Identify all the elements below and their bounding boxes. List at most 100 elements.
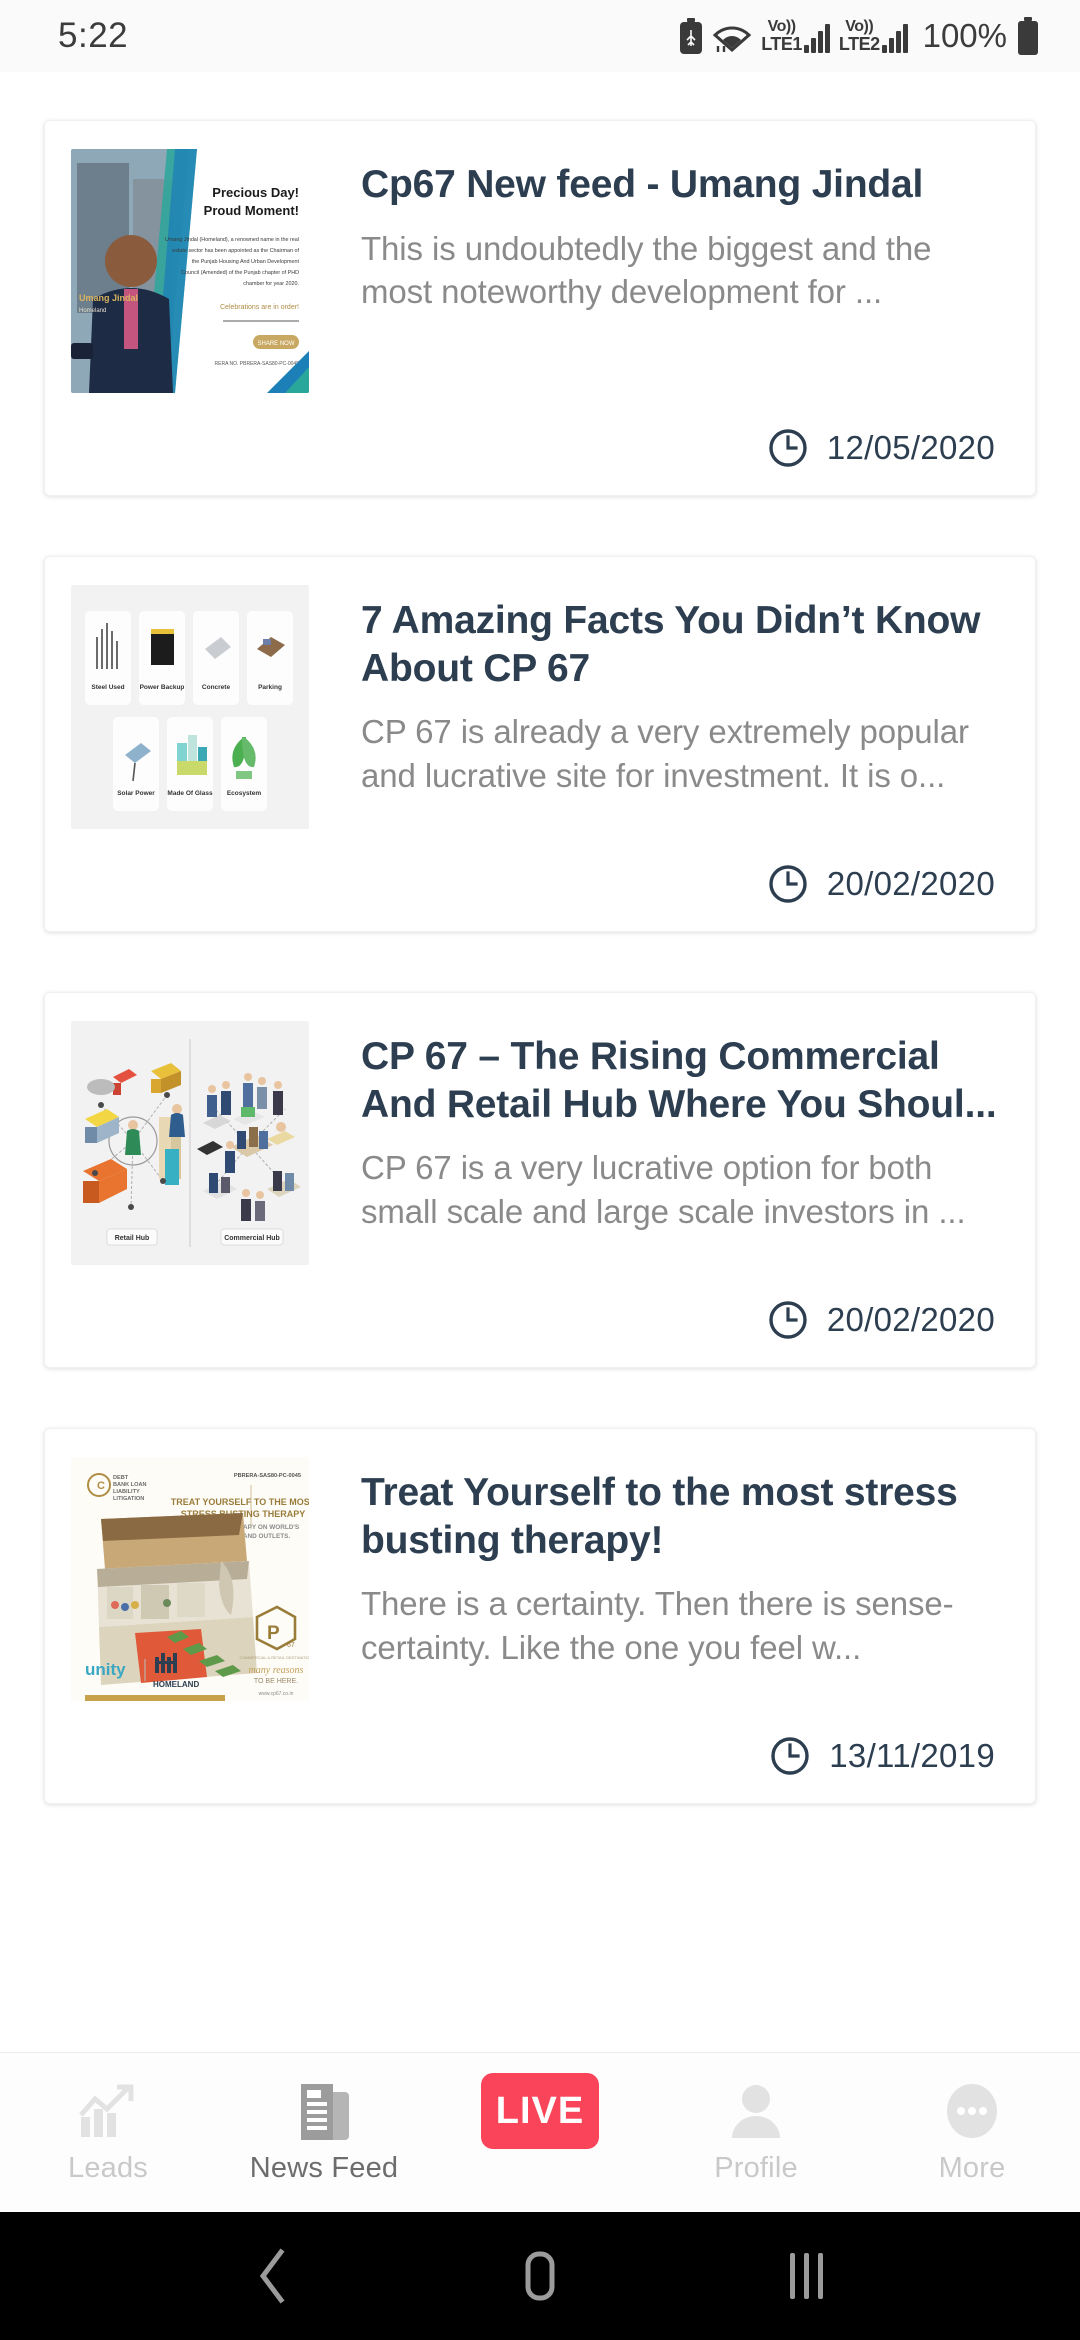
svg-text:Homeland: Homeland: [79, 308, 106, 314]
svg-text:Concrete: Concrete: [202, 684, 231, 691]
recents-bars-icon[interactable]: [747, 2216, 867, 2336]
battery-percent-label: 100%: [922, 17, 1007, 54]
card-date: 13/11/2019: [829, 1737, 995, 1774]
sim2-signal-bars-icon: [881, 24, 908, 53]
svg-text:Solar Power: Solar Power: [117, 790, 155, 797]
svg-text:LITIGATION: LITIGATION: [113, 1496, 144, 1502]
svg-text:HOMELAND: HOMELAND: [153, 1680, 199, 1689]
card-footer: 20/02/2020: [71, 863, 1009, 905]
svg-text:Proud Moment!: Proud Moment!: [204, 203, 299, 218]
svg-text:P: P: [267, 1623, 280, 1644]
svg-text:the Punjab Housing And Urban D: the Punjab Housing And Urban Development: [192, 259, 300, 265]
android-navigation-bar: [0, 2212, 1080, 2340]
status-bar-icons: Vo)) LTE1 Vo)) LTE2 100%: [679, 17, 1040, 55]
svg-text:COMMERCIAL & RETAIL DESTINATIO: COMMERCIAL & RETAIL DESTINATION: [239, 1655, 309, 1660]
chart-growth-icon: [77, 2080, 139, 2142]
home-square-icon[interactable]: [480, 2216, 600, 2336]
card-body: Steel Used Power Backup Concrete Parking…: [71, 585, 1009, 829]
svg-text:estate sector has been appoint: estate sector has been appointed as the …: [172, 248, 299, 254]
battery-icon: [1016, 17, 1040, 55]
tab-label: News Feed: [249, 2152, 399, 2184]
svg-text:Ecosystem: Ecosystem: [227, 790, 262, 797]
svg-text:Retail Hub: Retail Hub: [115, 1235, 150, 1242]
card-excerpt: CP 67 is already a very extremely popula…: [361, 713, 969, 795]
svg-text:TO BE HERE.: TO BE HERE.: [254, 1678, 298, 1685]
live-badge-icon[interactable]: LIVE: [481, 2073, 599, 2149]
svg-text:Umang Jindal (Homeland), a ren: Umang Jindal (Homeland), a renowned name…: [165, 237, 299, 243]
tab-label: Leads: [67, 2152, 148, 2184]
card-footer: 13/11/2019: [71, 1735, 1009, 1777]
news-feed-card[interactable]: C DEBT BANK LOAN LIABILITY LITIGATION PB…: [44, 1428, 1036, 1804]
umang-jindal-announcement-thumbnail: Umang Jindal Homeland Precious Day! Prou…: [71, 149, 309, 393]
svg-text:Umang Jindal: Umang Jindal: [79, 293, 138, 303]
svg-text:67: 67: [287, 1642, 295, 1649]
app-root: 5:22 Vo)) LTE1 Vo)) LTE2 100% Umang Jind…: [0, 0, 1080, 2340]
card-date: 20/02/2020: [826, 1301, 995, 1338]
back-chevron-icon[interactable]: [213, 2216, 333, 2336]
svg-text:TREAT YOURSELF TO THE MOST: TREAT YOURSELF TO THE MOST: [171, 1497, 309, 1507]
svg-text:RERA NO. PBRERA-SAS80-PC-0045: RERA NO. PBRERA-SAS80-PC-0045: [215, 361, 300, 367]
tab-live[interactable]: LIVE: [432, 2053, 648, 2212]
svg-text:SHARE NOW: SHARE NOW: [257, 341, 294, 347]
news-feed-list[interactable]: Umang Jindal Homeland Precious Day! Prou…: [0, 72, 1080, 2052]
tab-news-feed[interactable]: News Feed: [216, 2053, 432, 2212]
svg-text:Parking: Parking: [258, 684, 282, 691]
card-title: Treat Yourself to the most stress bustin…: [361, 1471, 958, 1562]
svg-text:LIABILITY: LIABILITY: [113, 1489, 140, 1495]
news-feed-card[interactable]: Retail Hub Commercial Hub CP 67 – The Ri…: [44, 992, 1036, 1368]
battery-saver-icon: [679, 18, 703, 54]
clock-icon: [769, 1735, 811, 1777]
card-title: 7 Amazing Facts You Didn’t Know About CP…: [361, 599, 981, 690]
tab-label: More: [938, 2152, 1006, 2184]
card-text: 7 Amazing Facts You Didn’t Know About CP…: [361, 585, 1009, 798]
card-excerpt: This is undoubtedly the biggest and the …: [361, 229, 932, 311]
card-excerpt: There is a certainty. Then there is sens…: [361, 1585, 954, 1667]
sim1-signal-bars-icon: [803, 24, 830, 53]
svg-text:DEBT: DEBT: [113, 1475, 129, 1481]
card-date: 12/05/2020: [826, 429, 995, 466]
svg-text:Made Of Glass: Made Of Glass: [167, 790, 213, 797]
card-title: Cp67 New feed - Umang Jindal: [361, 163, 924, 206]
svg-text:chamber for year 2020.: chamber for year 2020.: [243, 281, 299, 287]
news-feed-card[interactable]: Umang Jindal Homeland Precious Day! Prou…: [44, 120, 1036, 496]
svg-text:PBRERA-SAS80-PC-0045: PBRERA-SAS80-PC-0045: [234, 1473, 301, 1479]
svg-text:Steel Used: Steel Used: [91, 684, 124, 691]
card-body: Umang Jindal Homeland Precious Day! Prou…: [71, 149, 1009, 393]
card-body: Retail Hub Commercial Hub CP 67 – The Ri…: [71, 1021, 1009, 1265]
svg-text:unity: unity: [85, 1660, 126, 1679]
card-date: 20/02/2020: [826, 865, 995, 902]
person-icon: [727, 2080, 785, 2142]
clock-icon: [767, 863, 809, 905]
sim1-volte-label: Vo)) LTE1: [761, 18, 802, 54]
card-title: CP 67 – The Rising Commercial And Retail…: [361, 1035, 997, 1126]
newspaper-icon: [293, 2080, 355, 2142]
android-status-bar: 5:22 Vo)) LTE1 Vo)) LTE2 100%: [0, 0, 1080, 72]
svg-text:Precious Day!: Precious Day!: [212, 185, 299, 200]
clock-icon: [767, 1299, 809, 1341]
bottom-tab-bar: Leads News Feed LIVE Profile More: [0, 2052, 1080, 2212]
sim1-signal-indicator: Vo)) LTE1: [761, 19, 830, 53]
clock-icon: [767, 427, 809, 469]
card-excerpt: CP 67 is a very lucrative option for bot…: [361, 1149, 966, 1231]
card-text: Treat Yourself to the most stress bustin…: [361, 1457, 1009, 1670]
wifi-icon: [712, 19, 752, 53]
ellipsis-icon: [943, 2080, 1001, 2142]
news-feed-card[interactable]: Steel Used Power Backup Concrete Parking…: [44, 556, 1036, 932]
sim2-volte-label: Vo)) LTE2: [838, 18, 880, 54]
svg-text:Council (Amended) of the Punja: Council (Amended) of the Punjab chapter …: [181, 270, 299, 276]
svg-text:Celebrations are in order!: Celebrations are in order!: [220, 304, 299, 311]
svg-text:Commercial Hub: Commercial Hub: [224, 1235, 280, 1242]
svg-text:Power Backup: Power Backup: [140, 684, 185, 691]
status-bar-clock: 5:22: [58, 16, 129, 55]
tab-label: Profile: [714, 2152, 798, 2184]
card-body: C DEBT BANK LOAN LIABILITY LITIGATION PB…: [71, 1457, 1009, 1701]
card-footer: 20/02/2020: [71, 1299, 1009, 1341]
svg-text:C: C: [97, 1480, 105, 1492]
tab-leads[interactable]: Leads: [0, 2053, 216, 2212]
sim2-signal-indicator: Vo)) LTE2: [839, 19, 908, 53]
card-text: CP 67 – The Rising Commercial And Retail…: [361, 1021, 1009, 1234]
tab-more[interactable]: More: [864, 2053, 1080, 2212]
svg-text:www.cp67.co.in: www.cp67.co.in: [259, 1691, 294, 1697]
svg-text:many reasons: many reasons: [249, 1665, 304, 1676]
tab-profile[interactable]: Profile: [648, 2053, 864, 2212]
